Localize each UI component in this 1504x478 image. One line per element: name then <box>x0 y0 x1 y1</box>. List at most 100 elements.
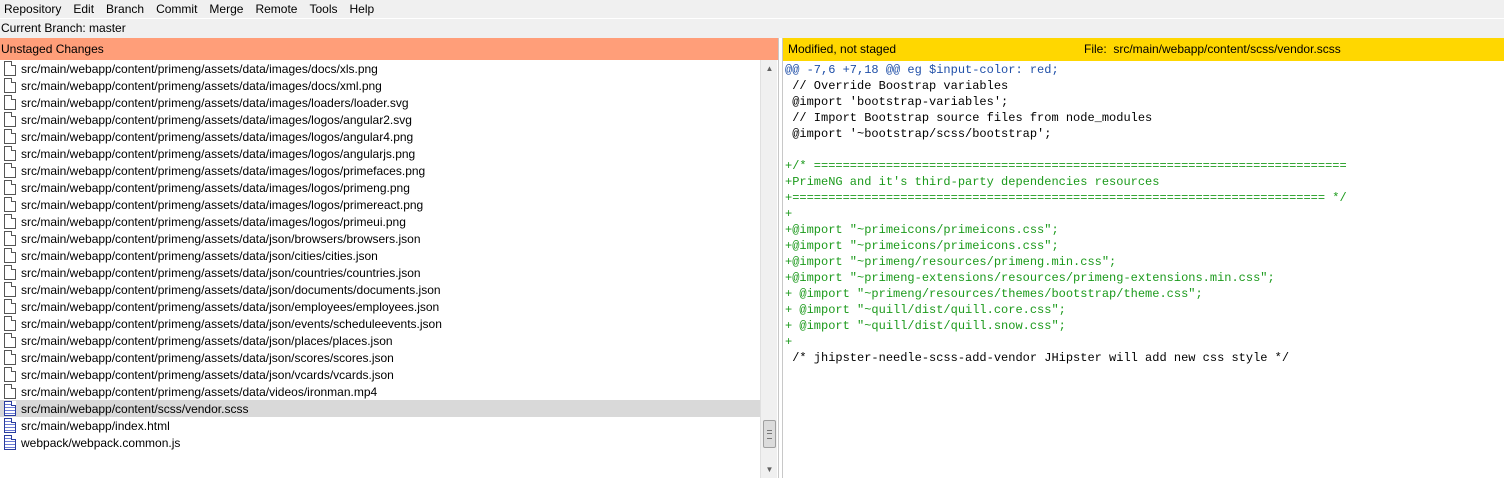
menu-remote[interactable]: Remote <box>249 0 303 18</box>
file-path: src/main/webapp/content/primeng/assets/d… <box>21 248 378 263</box>
file-icon <box>4 112 16 127</box>
file-list-item[interactable]: src/main/webapp/content/primeng/assets/d… <box>0 230 760 247</box>
file-icon <box>4 282 16 297</box>
file-icon <box>4 146 16 161</box>
file-path: src/main/webapp/content/primeng/assets/d… <box>21 231 421 246</box>
file-list-scrollbar[interactable]: ▲ ▼ <box>760 60 777 478</box>
diff-line-hunk: @@ -7,6 +7,18 @@ eg $input-color: red; <box>785 63 1059 77</box>
file-icon <box>4 299 16 314</box>
menu-merge[interactable]: Merge <box>203 0 249 18</box>
menu-edit[interactable]: Edit <box>67 0 100 18</box>
file-path: src/main/webapp/content/primeng/assets/d… <box>21 384 378 399</box>
file-list-item[interactable]: src/main/webapp/content/primeng/assets/d… <box>0 162 760 179</box>
file-path: src/main/webapp/content/primeng/assets/d… <box>21 282 441 297</box>
file-path: src/main/webapp/content/primeng/assets/d… <box>21 61 378 76</box>
diff-line-context: // Override Boostrap variables <box>785 79 1009 93</box>
file-list-item[interactable]: src/main/webapp/content/primeng/assets/d… <box>0 349 760 366</box>
diff-line-added: + <box>785 335 793 349</box>
file-list-item[interactable]: src/main/webapp/content/primeng/assets/d… <box>0 145 760 162</box>
file-icon <box>4 265 16 280</box>
file-list-item[interactable]: src/main/webapp/index.html <box>0 417 760 434</box>
file-list-item[interactable]: src/main/webapp/content/primeng/assets/d… <box>0 315 760 332</box>
diff-line-context: @import '~bootstrap/scss/bootstrap'; <box>785 127 1052 141</box>
menu-help[interactable]: Help <box>343 0 380 18</box>
file-path: src/main/webapp/content/primeng/assets/d… <box>21 265 421 280</box>
diff-line-added: +/* ====================================… <box>785 159 1347 173</box>
file-icon <box>4 367 16 382</box>
diff-line-context: // Import Bootstrap source files from no… <box>785 111 1153 125</box>
file-icon <box>4 214 16 229</box>
file-icon <box>4 248 16 263</box>
file-icon <box>4 95 16 110</box>
current-branch-bar: Current Branch: master <box>0 19 1504 38</box>
scroll-up-arrow-icon[interactable]: ▲ <box>761 60 778 77</box>
file-list-item[interactable]: src/main/webapp/content/primeng/assets/d… <box>0 247 760 264</box>
file-icon <box>4 61 16 76</box>
file-list-item[interactable]: src/main/webapp/content/primeng/assets/d… <box>0 60 760 77</box>
menu-repository[interactable]: Repository <box>0 0 67 18</box>
file-list-item[interactable]: src/main/webapp/content/primeng/assets/d… <box>0 383 760 400</box>
file-icon <box>4 180 16 195</box>
file-path: src/main/webapp/content/primeng/assets/d… <box>21 163 426 178</box>
file-list-item[interactable]: src/main/webapp/content/primeng/assets/d… <box>0 264 760 281</box>
menu-commit[interactable]: Commit <box>150 0 203 18</box>
file-path: src/main/webapp/index.html <box>21 418 170 433</box>
file-list-item[interactable]: src/main/webapp/content/primeng/assets/d… <box>0 77 760 94</box>
file-list-item[interactable]: src/main/webapp/content/primeng/assets/d… <box>0 111 760 128</box>
file-icon <box>4 163 16 178</box>
diff-line-added: + @import "~quill/dist/quill.core.css"; <box>785 303 1066 317</box>
file-icon <box>4 333 16 348</box>
file-path: src/main/webapp/content/primeng/assets/d… <box>21 197 424 212</box>
file-path: src/main/webapp/content/primeng/assets/d… <box>21 129 414 144</box>
diff-line-added: +@import "~primeicons/primeicons.css"; <box>785 223 1059 237</box>
file-list-item[interactable]: src/main/webapp/content/scss/vendor.scss <box>0 400 760 417</box>
file-list-item[interactable]: src/main/webapp/content/primeng/assets/d… <box>0 94 760 111</box>
modified-file-icon <box>4 418 16 433</box>
file-list-item[interactable]: src/main/webapp/content/primeng/assets/d… <box>0 213 760 230</box>
unstaged-changes-header: Unstaged Changes <box>0 38 778 60</box>
scrollbar-thumb[interactable] <box>763 420 776 448</box>
file-list-item[interactable]: src/main/webapp/content/primeng/assets/d… <box>0 128 760 145</box>
file-path: src/main/webapp/content/primeng/assets/d… <box>21 316 442 331</box>
file-list-item[interactable]: src/main/webapp/content/primeng/assets/d… <box>0 179 760 196</box>
file-list-item[interactable]: src/main/webapp/content/primeng/assets/d… <box>0 298 760 315</box>
file-list-item[interactable]: src/main/webapp/content/primeng/assets/d… <box>0 281 760 298</box>
file-path: src/main/webapp/content/primeng/assets/d… <box>21 95 409 110</box>
file-icon <box>4 350 16 365</box>
file-path: src/main/webapp/content/primeng/assets/d… <box>21 367 394 382</box>
diff-line-context <box>785 142 1501 158</box>
file-icon <box>4 231 16 246</box>
modified-file-icon <box>4 401 16 416</box>
file-list-item[interactable]: src/main/webapp/content/primeng/assets/d… <box>0 366 760 383</box>
scroll-down-arrow-icon[interactable]: ▼ <box>761 461 778 478</box>
diff-line-added: +@import "~primeng/resources/primeng.min… <box>785 255 1117 269</box>
file-path: src/main/webapp/content/primeng/assets/d… <box>21 350 394 365</box>
diff-line-added: +@import "~primeicons/primeicons.css"; <box>785 239 1059 253</box>
menu-tools[interactable]: Tools <box>303 0 343 18</box>
diff-status-label: Modified, not staged <box>788 42 897 56</box>
file-path: src/main/webapp/content/scss/vendor.scss <box>21 401 249 416</box>
file-path: src/main/webapp/content/primeng/assets/d… <box>21 333 393 348</box>
file-icon <box>4 197 16 212</box>
file-path: src/main/webapp/content/primeng/assets/d… <box>21 78 382 93</box>
file-list-item[interactable]: src/main/webapp/content/primeng/assets/d… <box>0 196 760 213</box>
diff-line-context: @import 'bootstrap-variables'; <box>785 95 1009 109</box>
diff-line-context: /* jhipster-needle-scss-add-vendor JHips… <box>785 351 1290 365</box>
file-path: src/main/webapp/content/primeng/assets/d… <box>21 112 412 127</box>
diff-line-added: +=======================================… <box>785 191 1347 205</box>
diff-line-added: + @import "~primeng/resources/themes/boo… <box>785 287 1203 301</box>
diff-file-path-label: File: src/main/webapp/content/scss/vendo… <box>1084 42 1341 56</box>
modified-file-icon <box>4 435 16 450</box>
unstaged-changes-pane: Unstaged Changes src/main/webapp/content… <box>0 38 779 478</box>
file-path: src/main/webapp/content/primeng/assets/d… <box>21 180 410 195</box>
file-icon <box>4 384 16 399</box>
diff-line-added: +@import "~primeng-extensions/resources/… <box>785 271 1275 285</box>
file-path: src/main/webapp/content/primeng/assets/d… <box>21 214 406 229</box>
unstaged-file-list: src/main/webapp/content/primeng/assets/d… <box>0 60 760 478</box>
diff-line-added: + @import "~quill/dist/quill.snow.css"; <box>785 319 1066 333</box>
menu-branch[interactable]: Branch <box>100 0 150 18</box>
file-list-item[interactable]: webpack/webpack.common.js <box>0 434 760 451</box>
file-list-item[interactable]: src/main/webapp/content/primeng/assets/d… <box>0 332 760 349</box>
file-icon <box>4 78 16 93</box>
file-icon <box>4 129 16 144</box>
